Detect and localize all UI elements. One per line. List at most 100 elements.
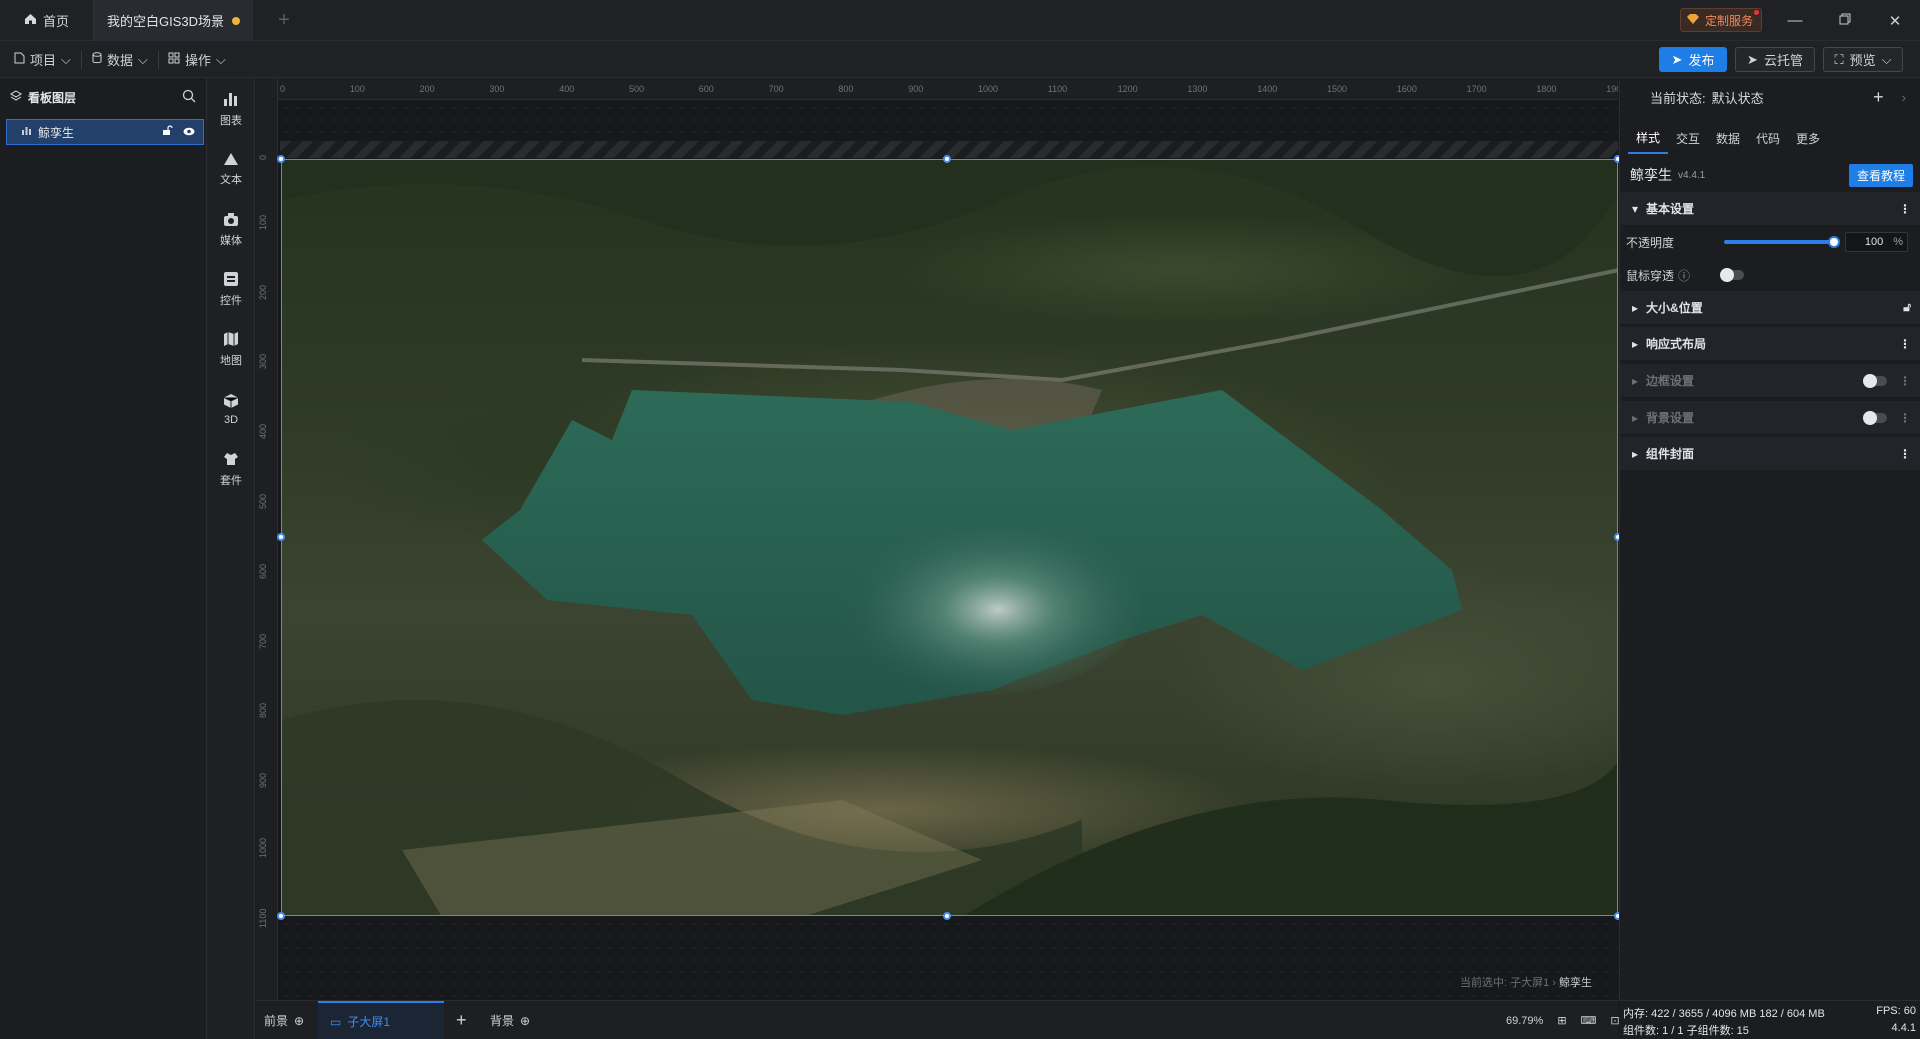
section-cover-label: 组件封面 bbox=[1646, 447, 1695, 461]
background-label: 背景 bbox=[490, 1014, 515, 1028]
screen-tabs-bar: 前景 ⊕ ▭ 子大屏1 + 背景 ⊕ 69.79% ⊞ ⌨ ⊡ bbox=[256, 1000, 1620, 1039]
ruler-tick-label: 600 bbox=[698, 84, 714, 94]
foreground-label: 前景 bbox=[264, 1014, 289, 1028]
section-basic[interactable]: ▾ 基本设置 ⋮ bbox=[1620, 192, 1920, 226]
tab-scene[interactable]: 我的空白GIS3D场景 bbox=[93, 0, 253, 41]
tab-data[interactable]: 数据 bbox=[1708, 122, 1748, 154]
restore-button[interactable] bbox=[1820, 0, 1870, 41]
add-circle-icon[interactable]: ⊕ bbox=[520, 1014, 530, 1028]
ruler-tick-label: 500 bbox=[258, 493, 268, 509]
eye-icon[interactable] bbox=[183, 125, 195, 139]
opacity-input[interactable]: 100 % bbox=[1845, 232, 1908, 252]
layers-icon bbox=[10, 89, 22, 105]
resize-handle-left[interactable] bbox=[277, 533, 285, 541]
ruler-tick-label: 800 bbox=[258, 703, 268, 719]
tool-kit[interactable]: 套件 bbox=[207, 446, 255, 492]
chevron-right-icon[interactable]: › bbox=[1902, 90, 1906, 105]
opacity-row: 不透明度 100 % bbox=[1620, 227, 1920, 257]
background-tab[interactable]: 背景 ⊕ bbox=[490, 1001, 530, 1039]
add-circle-icon[interactable]: ⊕ bbox=[294, 1014, 304, 1028]
preview-button[interactable]: ⛶ 预览 ⌵ bbox=[1823, 47, 1903, 72]
mouse-through-toggle[interactable] bbox=[1720, 268, 1745, 282]
lock-icon[interactable]: 🔓︎ bbox=[1903, 300, 1911, 315]
keyboard-icon[interactable]: ⌨ bbox=[1581, 1014, 1597, 1027]
tab-interaction[interactable]: 交互 bbox=[1668, 122, 1708, 154]
tab-home[interactable]: 首页 bbox=[0, 0, 93, 41]
tool-map[interactable]: 地图 bbox=[207, 326, 255, 372]
mouse-through-label: 鼠标穿透 bbox=[1626, 268, 1675, 283]
tool-text[interactable]: 文本 bbox=[207, 146, 255, 192]
more-vertical-icon[interactable]: ⋮ bbox=[1899, 337, 1911, 351]
publish-button[interactable]: ➤ 发布 bbox=[1659, 47, 1727, 72]
foreground-tab[interactable]: 前景 ⊕ bbox=[264, 1001, 304, 1039]
terrain-view bbox=[282, 160, 1617, 915]
selection-breadcrumb: 当前选中: 子大屏1 › 鲸孪生 bbox=[1460, 974, 1592, 990]
search-icon[interactable] bbox=[182, 89, 196, 106]
help-icon[interactable]: ⓘ bbox=[1678, 267, 1690, 284]
more-vertical-icon[interactable]: ⋮ bbox=[1899, 374, 1911, 388]
section-background[interactable]: ▸ 背景设置 ⋮ bbox=[1620, 401, 1920, 435]
section-border[interactable]: ▸ 边框设置 ⋮ bbox=[1620, 364, 1920, 398]
section-background-label: 背景设置 bbox=[1646, 411, 1695, 425]
tab-more[interactable]: 更多 bbox=[1788, 122, 1828, 154]
close-button[interactable]: ✕ bbox=[1870, 0, 1920, 41]
tool-media[interactable]: 媒体 bbox=[207, 206, 255, 252]
add-state-icon[interactable]: + bbox=[1873, 87, 1884, 108]
caret-right-icon: ▸ bbox=[1632, 336, 1639, 351]
tool-media-label: 媒体 bbox=[220, 234, 242, 247]
slider-knob[interactable] bbox=[1828, 236, 1840, 248]
tab-style[interactable]: 样式 bbox=[1628, 122, 1668, 154]
tool-widget[interactable]: 控件 bbox=[207, 266, 255, 312]
custom-service-button[interactable]: 定制服务 bbox=[1680, 8, 1763, 32]
resize-handle-top-left[interactable] bbox=[277, 155, 285, 163]
state-value[interactable]: 默认状态 bbox=[1712, 88, 1764, 107]
resize-handle-top[interactable] bbox=[943, 155, 951, 163]
resize-handle-bottom[interactable] bbox=[943, 912, 951, 920]
component-name: 鲸孪生 bbox=[1630, 167, 1672, 183]
unsaved-dot bbox=[232, 16, 240, 25]
tab-scene-label: 我的空白GIS3D场景 bbox=[106, 14, 224, 29]
gis-3d-scene[interactable] bbox=[281, 159, 1618, 916]
tutorial-button[interactable]: 查看教程 bbox=[1848, 163, 1913, 187]
add-screen-button[interactable]: + bbox=[456, 1001, 467, 1039]
add-tab-button[interactable]: + bbox=[272, 0, 296, 41]
home-icon bbox=[24, 13, 37, 28]
zoom-level[interactable]: 69.79% bbox=[1506, 1015, 1543, 1027]
cloud-host-button[interactable]: ➤ 云托管 bbox=[1735, 47, 1815, 72]
ruler-tick-label: 1000 bbox=[258, 837, 268, 858]
properties-panel: 当前状态: 默认状态 + › 样式 交互 数据 代码 更多 鲸孪生 v4.4.1… bbox=[1619, 78, 1920, 1000]
tool-chart[interactable]: 图表 bbox=[207, 86, 255, 132]
border-toggle[interactable] bbox=[1863, 373, 1887, 388]
more-vertical-icon[interactable]: ⋮ bbox=[1899, 411, 1911, 425]
vertical-ruler: 0 100 200 300 400 500 600 700 800 900 1000 1100 bbox=[256, 78, 278, 1000]
breadcrumb-path: 当前选中: 子大屏1 › bbox=[1460, 977, 1556, 989]
unlock-icon[interactable] bbox=[162, 125, 173, 139]
more-vertical-icon[interactable]: ⋮ bbox=[1899, 447, 1911, 461]
tool-3d[interactable]: 3D bbox=[207, 386, 255, 432]
section-basic-label: 基本设置 bbox=[1646, 202, 1695, 216]
menu-project-label: 项目 bbox=[30, 53, 57, 68]
more-vertical-icon[interactable]: ⋮ bbox=[1899, 202, 1911, 216]
state-bar: 当前状态: 默认状态 + › bbox=[1620, 78, 1920, 116]
resize-handle-bottom-left[interactable] bbox=[277, 912, 285, 920]
tab-code[interactable]: 代码 bbox=[1748, 122, 1788, 154]
layer-item[interactable]: 鲸孪生 bbox=[6, 119, 204, 145]
background-toggle[interactable] bbox=[1863, 410, 1887, 425]
section-cover[interactable]: ▸ 组件封面 ⋮ bbox=[1620, 437, 1920, 471]
opacity-slider[interactable] bbox=[1724, 236, 1840, 248]
fit-screen-icon[interactable]: ⊞ bbox=[1557, 1014, 1566, 1027]
ruler-tick-label: 1200 bbox=[1117, 84, 1138, 94]
map-icon bbox=[223, 331, 239, 350]
minimize-button[interactable]: — bbox=[1770, 0, 1820, 41]
status-footer: 内存: 422 / 3655 / 4096 MB 182 / 604 MB FP… bbox=[1619, 1000, 1920, 1039]
menu-project[interactable]: 项目 ⌵ bbox=[14, 41, 71, 78]
menu-operate[interactable]: 操作 ⌵ bbox=[168, 41, 226, 78]
section-responsive[interactable]: ▸ 响应式布局 ⋮ bbox=[1620, 327, 1920, 361]
component-toolbox: 图表 文本 媒体 控件 地图 3D 套件 bbox=[207, 78, 255, 1039]
tab-home-label: 首页 bbox=[42, 14, 69, 29]
section-size-position[interactable]: ▸ 大小&位置 🔓︎ bbox=[1620, 291, 1920, 325]
app-version: 4.4.1 bbox=[1891, 1022, 1916, 1034]
menu-data[interactable]: 数据 ⌵ bbox=[92, 41, 148, 78]
screen-tab-active[interactable]: ▭ 子大屏1 bbox=[318, 1001, 444, 1039]
caret-right-icon: ▸ bbox=[1632, 373, 1639, 388]
